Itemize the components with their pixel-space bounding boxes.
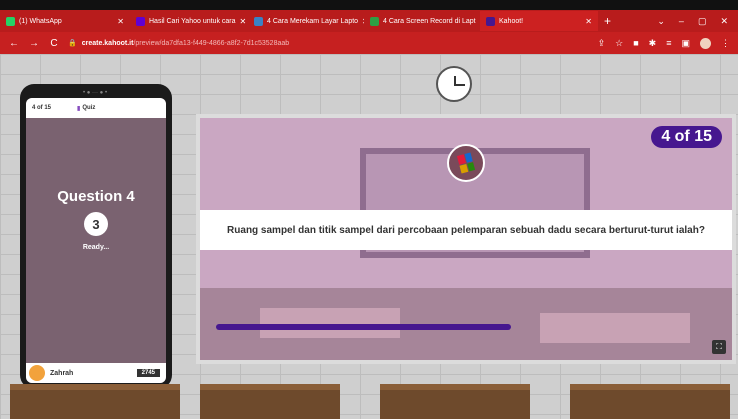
- player-name: Zahrah: [50, 369, 74, 377]
- question-stage: 4 of 15 Ruang sampel dan titik sampel da…: [196, 114, 736, 364]
- star-icon[interactable]: ☆: [615, 38, 623, 49]
- whatsapp-icon: [6, 16, 15, 26]
- classroom-desk: [540, 313, 690, 343]
- kahoot-icon: [486, 16, 495, 26]
- back-icon[interactable]: ←: [8, 38, 20, 49]
- tab-title: Hasil Cari Yahoo untuk cara: [149, 17, 236, 25]
- extension-icon[interactable]: ■: [633, 38, 638, 48]
- phone-question-title: Question 4: [57, 188, 135, 205]
- tab-title: 4 Cara Screen Record di Lapt: [383, 17, 476, 25]
- timer-progress-bar: [216, 324, 511, 330]
- tab-cara-merekam[interactable]: 4 Cara Merekam Layar Lapto ✕: [248, 11, 364, 31]
- tab-kahoot[interactable]: Kahoot! ✕: [480, 11, 598, 31]
- share-icon[interactable]: ⇪: [598, 38, 606, 49]
- phone-header: 4 of 15 ▮ Quiz: [26, 98, 166, 118]
- phone-screen: 4 of 15 ▮ Quiz Question 4 3 Ready... Zah…: [26, 98, 166, 383]
- question-text: Ruang sampel dan titik sampel dari perco…: [200, 210, 732, 250]
- site-icon: [370, 16, 379, 26]
- menu-icon[interactable]: ⋮: [721, 38, 730, 49]
- tab-whatsapp[interactable]: (1) WhatsApp ✕: [0, 11, 130, 31]
- kahoot-preview-page: 4 of 15 Ruang sampel dan titik sampel da…: [0, 54, 738, 419]
- tab-yahoo-search[interactable]: Hasil Cari Yahoo untuk cara ✕: [130, 11, 248, 31]
- phone-footer: Zahrah 2745: [26, 363, 166, 383]
- fullscreen-icon[interactable]: ⛶: [712, 340, 726, 354]
- reading-list-icon[interactable]: ≡: [666, 38, 671, 48]
- address-bar: ← → C 🔒 create.kahoot.it /preview/da7dfa…: [0, 32, 738, 54]
- yahoo-icon: [136, 16, 145, 26]
- minimize-icon[interactable]: –: [679, 16, 684, 27]
- close-tab-icon[interactable]: ✕: [585, 17, 592, 26]
- url-path: /preview/da7dfa13-f449-4866-a8f2-7d1c535…: [133, 39, 290, 47]
- classroom-bench: [380, 384, 530, 419]
- lock-icon: 🔒: [68, 40, 77, 47]
- phone-question-count: 4 of 15: [32, 105, 52, 111]
- close-tab-icon[interactable]: ✕: [117, 17, 124, 26]
- sidepanel-icon[interactable]: ▣: [681, 38, 690, 49]
- site-icon: [254, 16, 263, 26]
- player-score: 2745: [136, 369, 160, 377]
- classroom-bench: [10, 384, 180, 419]
- profile-avatar[interactable]: [700, 37, 711, 49]
- close-window-icon[interactable]: ✕: [720, 16, 728, 27]
- close-tab-icon[interactable]: ✕: [240, 17, 247, 26]
- url-field[interactable]: 🔒 create.kahoot.it /preview/da7dfa13-f44…: [68, 39, 290, 48]
- tab-title: 4 Cara Merekam Layar Lapto: [267, 17, 359, 25]
- classroom-desk: [260, 308, 400, 338]
- quiz-label: Quiz: [82, 105, 96, 111]
- forward-icon[interactable]: →: [28, 38, 40, 49]
- tab-title: Kahoot!: [499, 17, 524, 25]
- phone-quiz-badge: ▮ Quiz: [77, 105, 95, 112]
- toolbar-icons: ⇪ ☆ ■ ✱ ≡ ▣ ⋮: [598, 37, 738, 49]
- ready-label: Ready...: [82, 244, 110, 251]
- puzzle-icon[interactable]: ✱: [649, 38, 657, 49]
- phone-preview: • ● ··· ● • 4 of 15 ▮ Quiz Question 4 3 …: [20, 84, 172, 389]
- maximize-icon[interactable]: ▢: [698, 16, 707, 27]
- quiz-icon: ▮: [77, 105, 81, 112]
- tab-screen-record[interactable]: 4 Cara Screen Record di Lapt ✕: [364, 11, 480, 31]
- window-controls: ⌄ – ▢ ✕: [657, 16, 738, 27]
- question-counter: 4 of 15: [651, 126, 722, 148]
- countdown-number: 3: [84, 212, 108, 236]
- classroom-bench: [570, 384, 730, 419]
- tab-strip: (1) WhatsApp ✕ Hasil Cari Yahoo untuk ca…: [0, 10, 738, 32]
- classroom-bench: [200, 384, 340, 419]
- new-tab-button[interactable]: +: [604, 14, 611, 28]
- player-avatar: [29, 365, 45, 381]
- tab-title: (1) WhatsApp: [19, 17, 62, 25]
- reload-icon[interactable]: C: [48, 38, 60, 49]
- quiz-type-icon: [447, 144, 485, 182]
- wall-clock: [436, 66, 472, 102]
- chevron-down-icon[interactable]: ⌄: [657, 16, 665, 27]
- phone-camera: • ● ··· ● •: [82, 90, 108, 96]
- url-host: create.kahoot.it: [81, 39, 134, 47]
